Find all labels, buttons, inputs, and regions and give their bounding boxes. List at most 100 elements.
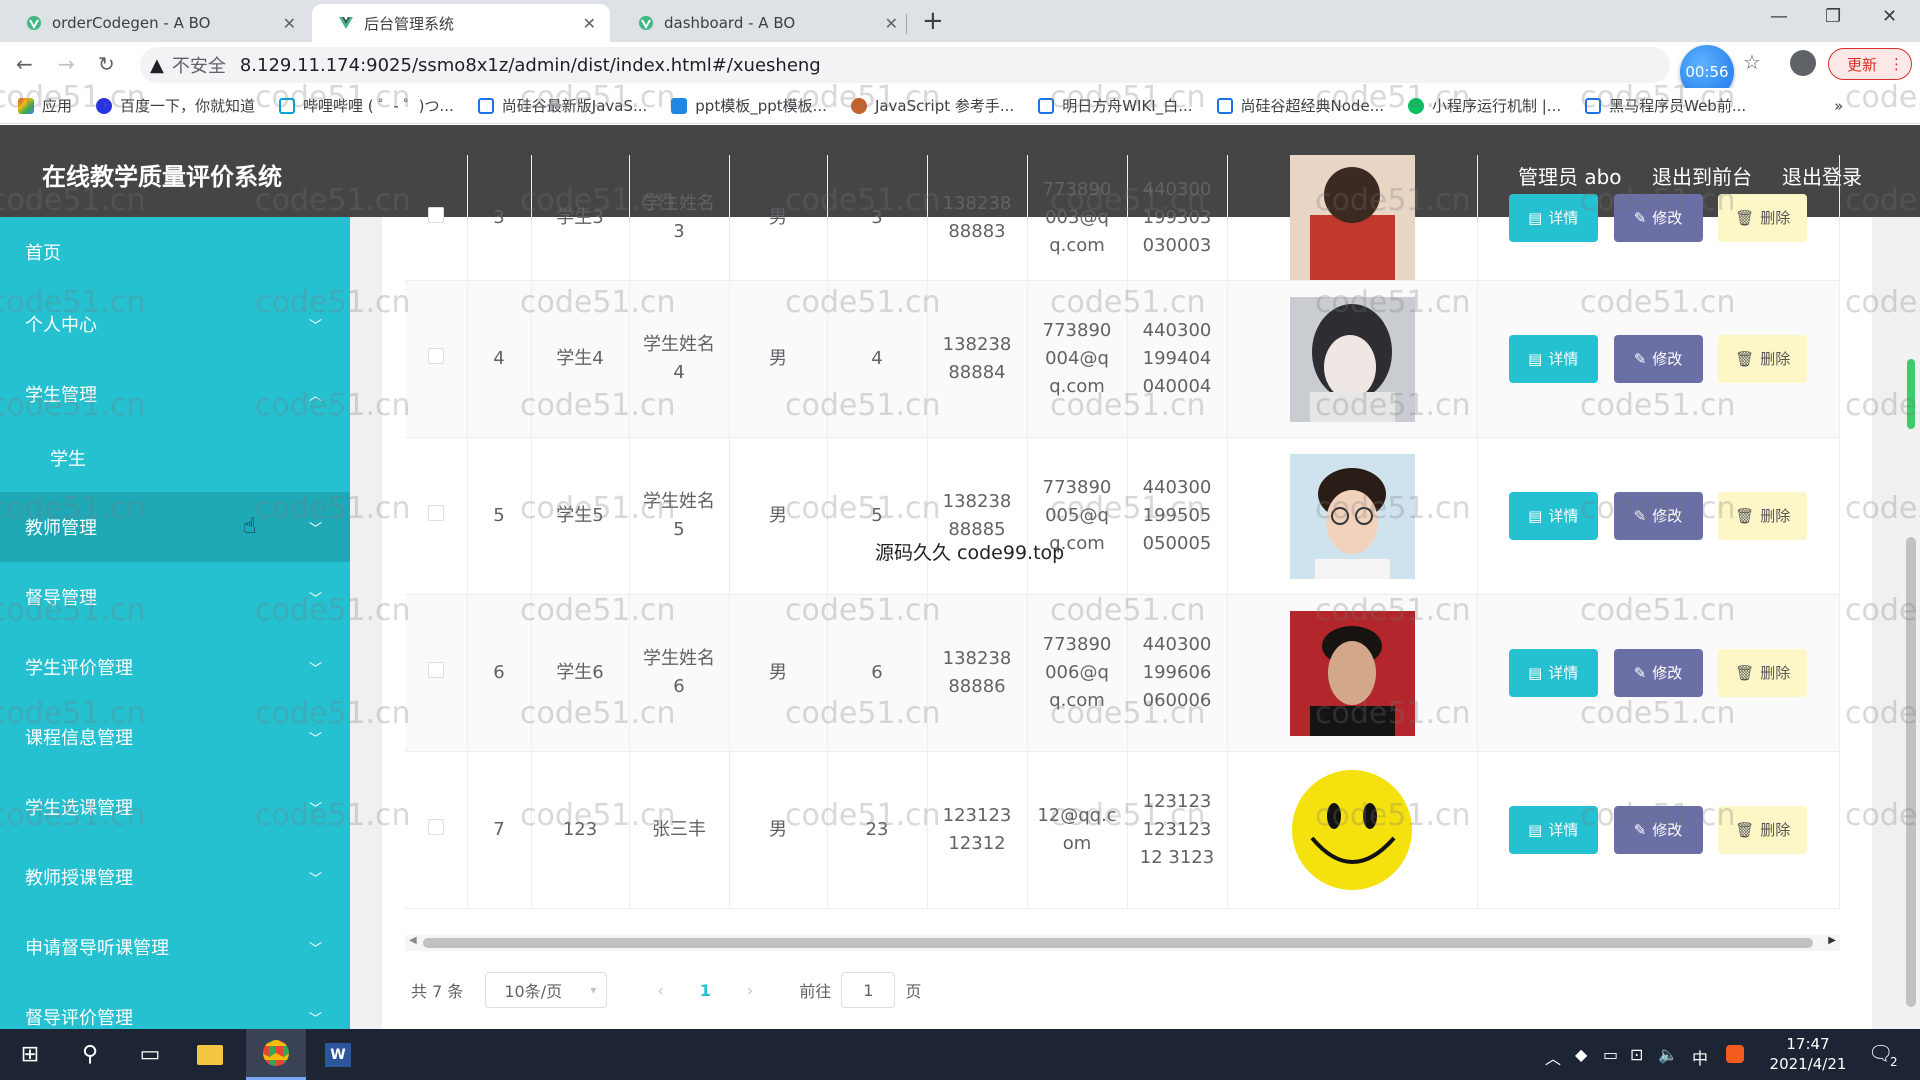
close-tab-icon[interactable]: ✕ [885,14,898,33]
browser-tab-dashboard[interactable]: dashboard - A BO ✕ [612,4,912,42]
close-window-icon[interactable]: ✕ [1882,6,1897,27]
battery-icon: ▭ [1603,1045,1619,1064]
table-row[interactable]: 6 学生6 学生姓名6 男 6 13823888886 773890006@qq.com 44… [405,594,1840,752]
detail-button[interactable]: ▤ 详情 [1508,806,1598,854]
chrome-icon[interactable] [246,1029,306,1080]
task-view-icon[interactable]: ▭ [120,1029,180,1080]
edit-button[interactable]: ✎ 修改 [1613,193,1703,242]
detail-button[interactable]: ▤ 详情 [1508,492,1598,540]
row-checkbox[interactable] [427,662,444,678]
new-tab-icon[interactable]: + [922,6,944,36]
sidebar-item-home[interactable]: 首页 [0,217,350,287]
table-row[interactable]: 5 学生5 学生姓名5 男 5 13823888885 773890005@qq.com 44… [405,437,1840,595]
index-cell-text: 3 [493,206,505,228]
update-button[interactable]: 更新 ⋮ [1828,48,1912,80]
bookmarks-overflow[interactable]: » [1834,97,1843,115]
bookmark-star-icon[interactable]: ☆ [1743,50,1761,74]
vertical-scrollbar[interactable] [1902,217,1920,1029]
sidebar-item-teacher-management[interactable]: 教师管理 ﹀ [0,492,350,562]
delete-button[interactable]: 🗑 删除 [1718,806,1808,854]
table-row[interactable]: 3 学生3 学生姓名3 男 3 13823888883 773890003@qq.com 44… [405,155,1840,281]
browser-tab-admin[interactable]: 后台管理系统 ✕ [312,4,610,42]
name-cell-text: 学生姓名5 [643,491,715,540]
tray-expand-icon[interactable]: ︿ [1545,1045,1561,1069]
volume-icon[interactable]: 🔈 [1658,1045,1678,1064]
page-size-select[interactable]: 10条/页 ▾ [485,972,608,1008]
scroll-left-icon[interactable]: ◀ [409,935,417,946]
row-select-cell[interactable] [405,280,468,438]
sidebar-item-student[interactable]: 学生 [0,423,350,493]
bookmark-bilibili[interactable]: 哔哩哔哩 ( ゜- ゜)つ... [279,95,454,116]
table-row[interactable]: 7 123 张三丰 男 23 12312312312 12@qq.com 1231231231… [405,751,1840,909]
row-select-cell[interactable] [405,437,468,595]
row-select-cell[interactable] [405,751,468,909]
edit-button[interactable]: ✎ 修改 [1613,649,1703,697]
bookmark-atguigu-js[interactable]: 尚硅谷最新版JavaS... [477,95,647,116]
edit-button[interactable]: ✎ 修改 [1613,806,1703,854]
browser-tab-ordercodegen[interactable]: orderCodegen - A BO ✕ [0,4,310,42]
sidebar-item-supervisor-evaluation[interactable]: 督导评价管理 ﹀ [0,982,350,1029]
edit-button[interactable]: ✎ 修改 [1613,492,1703,540]
tray-app-icon[interactable]: ◆ [1575,1045,1587,1064]
address-bar[interactable]: ▲ 不安全 8.129.11.174:9025/ssmo8x1z/admin/d… [140,47,1670,83]
bookmark-ppt[interactable]: ppt模板_ppt模板... [671,95,827,116]
close-tab-icon[interactable]: ✕ [583,14,596,33]
account-icon[interactable] [1790,50,1816,76]
scrollbar-thumb[interactable] [423,938,1813,948]
prev-page-button[interactable]: ‹ [657,981,663,1000]
back-icon[interactable]: ← [16,52,33,76]
sogou-ime-icon[interactable] [1726,1045,1744,1067]
idcard-cell-text: 440300199606060006 [1142,634,1212,711]
sidebar-item-course-info[interactable]: 课程信息管理 ﹀ [0,702,350,772]
windows-start-icon[interactable]: ⊞ [0,1029,60,1080]
bookmark-arknights[interactable]: 明日方舟WIKI_白... [1038,95,1193,116]
ime-indicator[interactable]: 中 [1692,1045,1708,1069]
sidebar-item-student-evaluation[interactable]: 学生评价管理 ﹀ [0,632,350,702]
row-select-cell[interactable] [405,155,468,281]
row-checkbox[interactable] [427,348,444,364]
detail-button[interactable]: ▤ 详情 [1508,335,1598,383]
bookmark-heima[interactable]: 黑马程序员Web前... [1585,95,1746,116]
sidebar-item-teaching-management[interactable]: 教师授课管理 ﹀ [0,842,350,912]
sidebar-item-supervisor-management[interactable]: 督导管理 ﹀ [0,562,350,632]
table-row[interactable]: 4 学生4 学生姓名4 男 4 13823888884 773890004@qq.com 44… [405,280,1840,438]
bookmark-baidu[interactable]: 百度一下，你就知道 [96,95,255,116]
search-icon[interactable]: ⚲ [60,1029,120,1080]
row-checkbox[interactable] [427,819,444,835]
forward-icon[interactable]: → [58,52,75,76]
row-select-cell[interactable] [405,594,468,752]
network-icon[interactable]: ⊡ [1630,1045,1643,1064]
edit-button[interactable]: ✎ 修改 [1613,335,1703,383]
row-checkbox[interactable] [427,505,444,521]
detail-button[interactable]: ▤ 详情 [1508,193,1598,242]
sidebar-item-personal-center[interactable]: 个人中心 ﹀ [0,289,350,359]
system-clock[interactable]: 17:47 2021/4/21 [1768,1034,1848,1074]
bookmark-miniprogram[interactable]: 小程序运行机制 |... [1407,95,1561,116]
maximize-icon[interactable]: ❐ [1825,6,1841,27]
horizontal-scrollbar[interactable]: ◀ ▶ [405,935,1840,951]
detail-button[interactable]: ▤ 详情 [1508,649,1598,697]
delete-button[interactable]: 🗑 删除 [1718,193,1808,242]
bookmark-apps[interactable]: 应用 [18,95,72,116]
minimize-icon[interactable]: — [1770,6,1788,27]
scrollbar-thumb[interactable] [1906,537,1916,1007]
file-explorer-icon[interactable] [180,1029,240,1080]
row-checkbox[interactable] [427,206,444,223]
bookmark-atguigu-node[interactable]: 尚硅谷超经典Node... [1216,95,1384,116]
reload-icon[interactable]: ↻ [98,52,115,76]
next-page-button[interactable]: › [747,981,753,1000]
scroll-right-icon[interactable]: ▶ [1828,935,1836,946]
close-tab-icon[interactable]: ✕ [283,14,296,33]
delete-button[interactable]: 🗑 删除 [1718,649,1808,697]
bookmark-javascript[interactable]: JavaScript 参考手... [850,95,1014,116]
word-icon[interactable]: W [308,1029,368,1080]
goto-page-input[interactable]: 1 [841,972,896,1008]
sidebar-item-course-selection[interactable]: 学生选课管理 ﹀ [0,772,350,842]
baidu-paw-icon [96,97,113,114]
delete-button[interactable]: 🗑 删除 [1718,335,1808,383]
delete-button[interactable]: 🗑 删除 [1718,492,1808,540]
sidebar-item-student-management[interactable]: 学生管理 ︿ [0,359,350,429]
sidebar-item-supervision-request[interactable]: 申请督导听课管理 ﹀ [0,912,350,982]
email-cell: 773890004@qq.com [1027,280,1128,438]
current-page[interactable]: 1 [700,981,711,1000]
